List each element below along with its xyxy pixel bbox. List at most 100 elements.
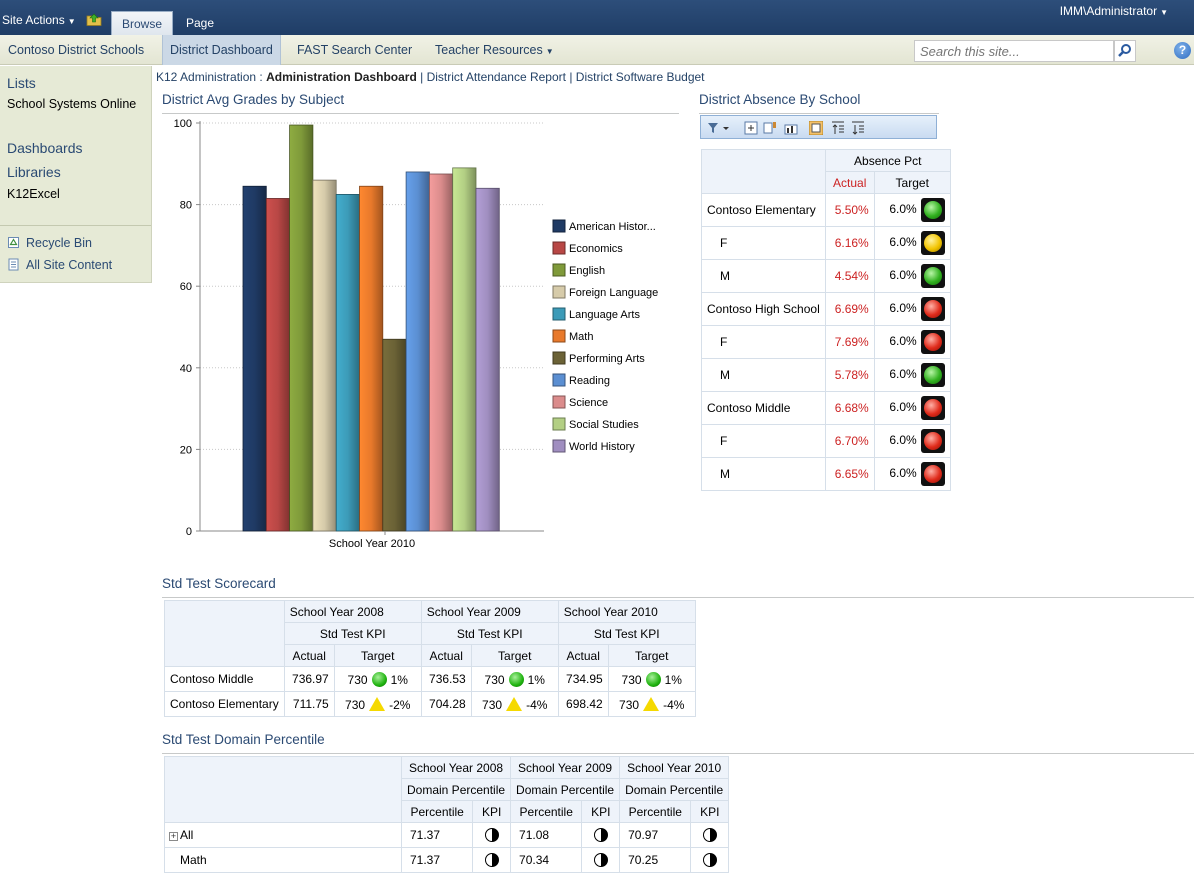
- row-label-text: Math: [180, 853, 207, 867]
- column-header-percentile: Percentile: [510, 800, 583, 823]
- chevron-down-icon: ▼: [545, 47, 554, 56]
- variance-value: -4%: [526, 697, 548, 712]
- actual-value: 6.16%: [824, 226, 875, 260]
- table-row[interactable]: + All 71.37 71.08 70.97: [164, 822, 730, 848]
- legend-swatch: [552, 417, 566, 431]
- search-box: [914, 40, 1114, 62]
- chart-view-icon[interactable]: [784, 121, 798, 135]
- topnav-item-teacher-resources[interactable]: Teacher Resources ▼: [428, 35, 561, 65]
- status-green-icon: [508, 671, 524, 687]
- target-cell: 730 -4%: [607, 691, 696, 717]
- user-menu[interactable]: IMM\Administrator ▼: [1060, 4, 1168, 18]
- leftnav-heading-lists[interactable]: Lists: [7, 75, 36, 91]
- table-row[interactable]: Contoso Elementary 711.75 730 -2% 704.28 730 -…: [164, 691, 696, 717]
- topnav-item-fast-search-center[interactable]: FAST Search Center: [290, 35, 419, 65]
- breadcrumb-link-attendance[interactable]: District Attendance Report: [427, 70, 566, 84]
- table-row[interactable]: M 6.65% 6.0%: [701, 457, 951, 491]
- target-cell: 6.0%: [873, 325, 951, 359]
- table-row[interactable]: F 7.69% 6.0%: [701, 325, 951, 359]
- actual-value: 4.54%: [824, 259, 875, 293]
- help-icon[interactable]: ?: [1174, 42, 1191, 59]
- year-header: School Year 2009: [510, 756, 621, 779]
- expand-icon[interactable]: +: [169, 832, 178, 841]
- legend-swatch: [552, 329, 566, 343]
- status-light-icon: [920, 429, 945, 453]
- bar-math: [359, 185, 384, 532]
- bar-reading: [405, 171, 430, 532]
- legend-swatch: [552, 373, 566, 387]
- status-light-icon: [920, 363, 945, 387]
- tab-page[interactable]: Page: [176, 11, 224, 35]
- table-row[interactable]: M 4.54% 6.0%: [701, 259, 951, 293]
- filter-menu-icon[interactable]: [707, 121, 729, 135]
- search-button[interactable]: [1114, 40, 1136, 62]
- actual-value: 734.95: [557, 666, 609, 692]
- legend-label: Reading: [569, 375, 610, 387]
- grid-view-icon[interactable]: [809, 121, 823, 135]
- breadcrumb-separator: :: [259, 70, 263, 84]
- target-value: 6.0%: [889, 202, 917, 217]
- kpi-header: Std Test KPI: [557, 622, 696, 645]
- target-value: 6.0%: [889, 433, 917, 448]
- leftnav-item-school-systems-online[interactable]: School Systems Online: [7, 97, 136, 111]
- breadcrumb-link-software-budget[interactable]: District Software Budget: [576, 70, 705, 84]
- recycle-bin-link[interactable]: Recycle Bin: [7, 236, 92, 250]
- target-value: 730: [484, 672, 505, 687]
- kpi-header: Std Test KPI: [283, 622, 422, 645]
- grades-chart: 0 20 40 60 80 100 School Year 2010 American His…: [174, 118, 659, 550]
- navigate-up-icon[interactable]: [86, 12, 102, 26]
- table-row[interactable]: Contoso Middle 6.68% 6.0%: [701, 391, 951, 425]
- kpi-cell: [581, 822, 621, 848]
- target-cell: 6.0%: [873, 193, 951, 227]
- sort-descending-icon[interactable]: [851, 121, 865, 135]
- target-value: 6.0%: [889, 400, 917, 415]
- topnav-item-district-dashboard[interactable]: District Dashboard: [162, 35, 281, 65]
- legend-label: Science: [569, 397, 608, 409]
- bar-language-arts: [335, 194, 360, 532]
- status-light-icon: [920, 231, 945, 255]
- table-row[interactable]: M 5.78% 6.0%: [701, 358, 951, 392]
- recycle-bin-icon: [8, 237, 19, 248]
- column-header-actual: Actual: [283, 644, 335, 667]
- half-circle-kpi-icon: [484, 853, 499, 867]
- y-tick-label: 40: [180, 363, 192, 375]
- table-row[interactable]: Contoso Middle 736.97 730 1% 736.53 730 1% 734.…: [164, 666, 696, 692]
- breadcrumb-current: Administration Dashboard: [266, 70, 417, 84]
- breadcrumb-root[interactable]: K12 Administration: [156, 70, 256, 84]
- sort-ascending-icon[interactable]: [831, 121, 845, 135]
- kpi-cell: [690, 822, 730, 848]
- topnav-item-contoso-district-schools[interactable]: Contoso District Schools: [1, 35, 151, 65]
- table-row[interactable]: Contoso High School 6.69% 6.0%: [701, 292, 951, 326]
- domain-title: Std Test Domain Percentile: [162, 732, 325, 747]
- kpi-cell: [472, 847, 512, 873]
- search-input[interactable]: [915, 41, 1105, 61]
- row-label: Contoso Middle: [701, 391, 826, 425]
- table-row[interactable]: F 6.16% 6.0%: [701, 226, 951, 260]
- target-value: 730: [345, 697, 366, 712]
- tab-browse[interactable]: Browse: [111, 11, 174, 35]
- bar-social-studies: [452, 167, 477, 532]
- year-header: School Year 2010: [557, 600, 696, 623]
- table-row[interactable]: Contoso Elementary 5.50% 6.0%: [701, 193, 951, 227]
- all-site-content-link[interactable]: All Site Content: [7, 258, 112, 272]
- corner-cell: [164, 756, 402, 823]
- leftnav-heading-dashboards[interactable]: Dashboards: [7, 140, 83, 156]
- site-actions-menu[interactable]: Site Actions ▼: [2, 13, 76, 27]
- table-row[interactable]: Math 71.37 70.34 70.25: [164, 847, 730, 873]
- site-actions-label: Site Actions: [2, 13, 65, 27]
- leftnav-heading-libraries[interactable]: Libraries: [7, 164, 61, 180]
- y-tick-label: 60: [180, 281, 192, 293]
- year-header: School Year 2008: [400, 756, 512, 779]
- drill-icon[interactable]: [763, 121, 777, 135]
- table-row[interactable]: F 6.70% 6.0%: [701, 424, 951, 458]
- actual-value: 6.69%: [824, 292, 875, 326]
- half-circle-kpi-icon: [702, 853, 717, 867]
- leftnav-item-k12excel[interactable]: K12Excel: [7, 187, 60, 201]
- group-header: Domain Percentile: [400, 778, 512, 801]
- column-header-percentile: Percentile: [619, 800, 692, 823]
- scorecard-title: Std Test Scorecard: [162, 576, 276, 591]
- target-value: 6.0%: [889, 466, 917, 481]
- expand-icon[interactable]: [744, 121, 758, 135]
- target-cell: 6.0%: [873, 226, 951, 260]
- row-label: Contoso Elementary: [164, 691, 285, 717]
